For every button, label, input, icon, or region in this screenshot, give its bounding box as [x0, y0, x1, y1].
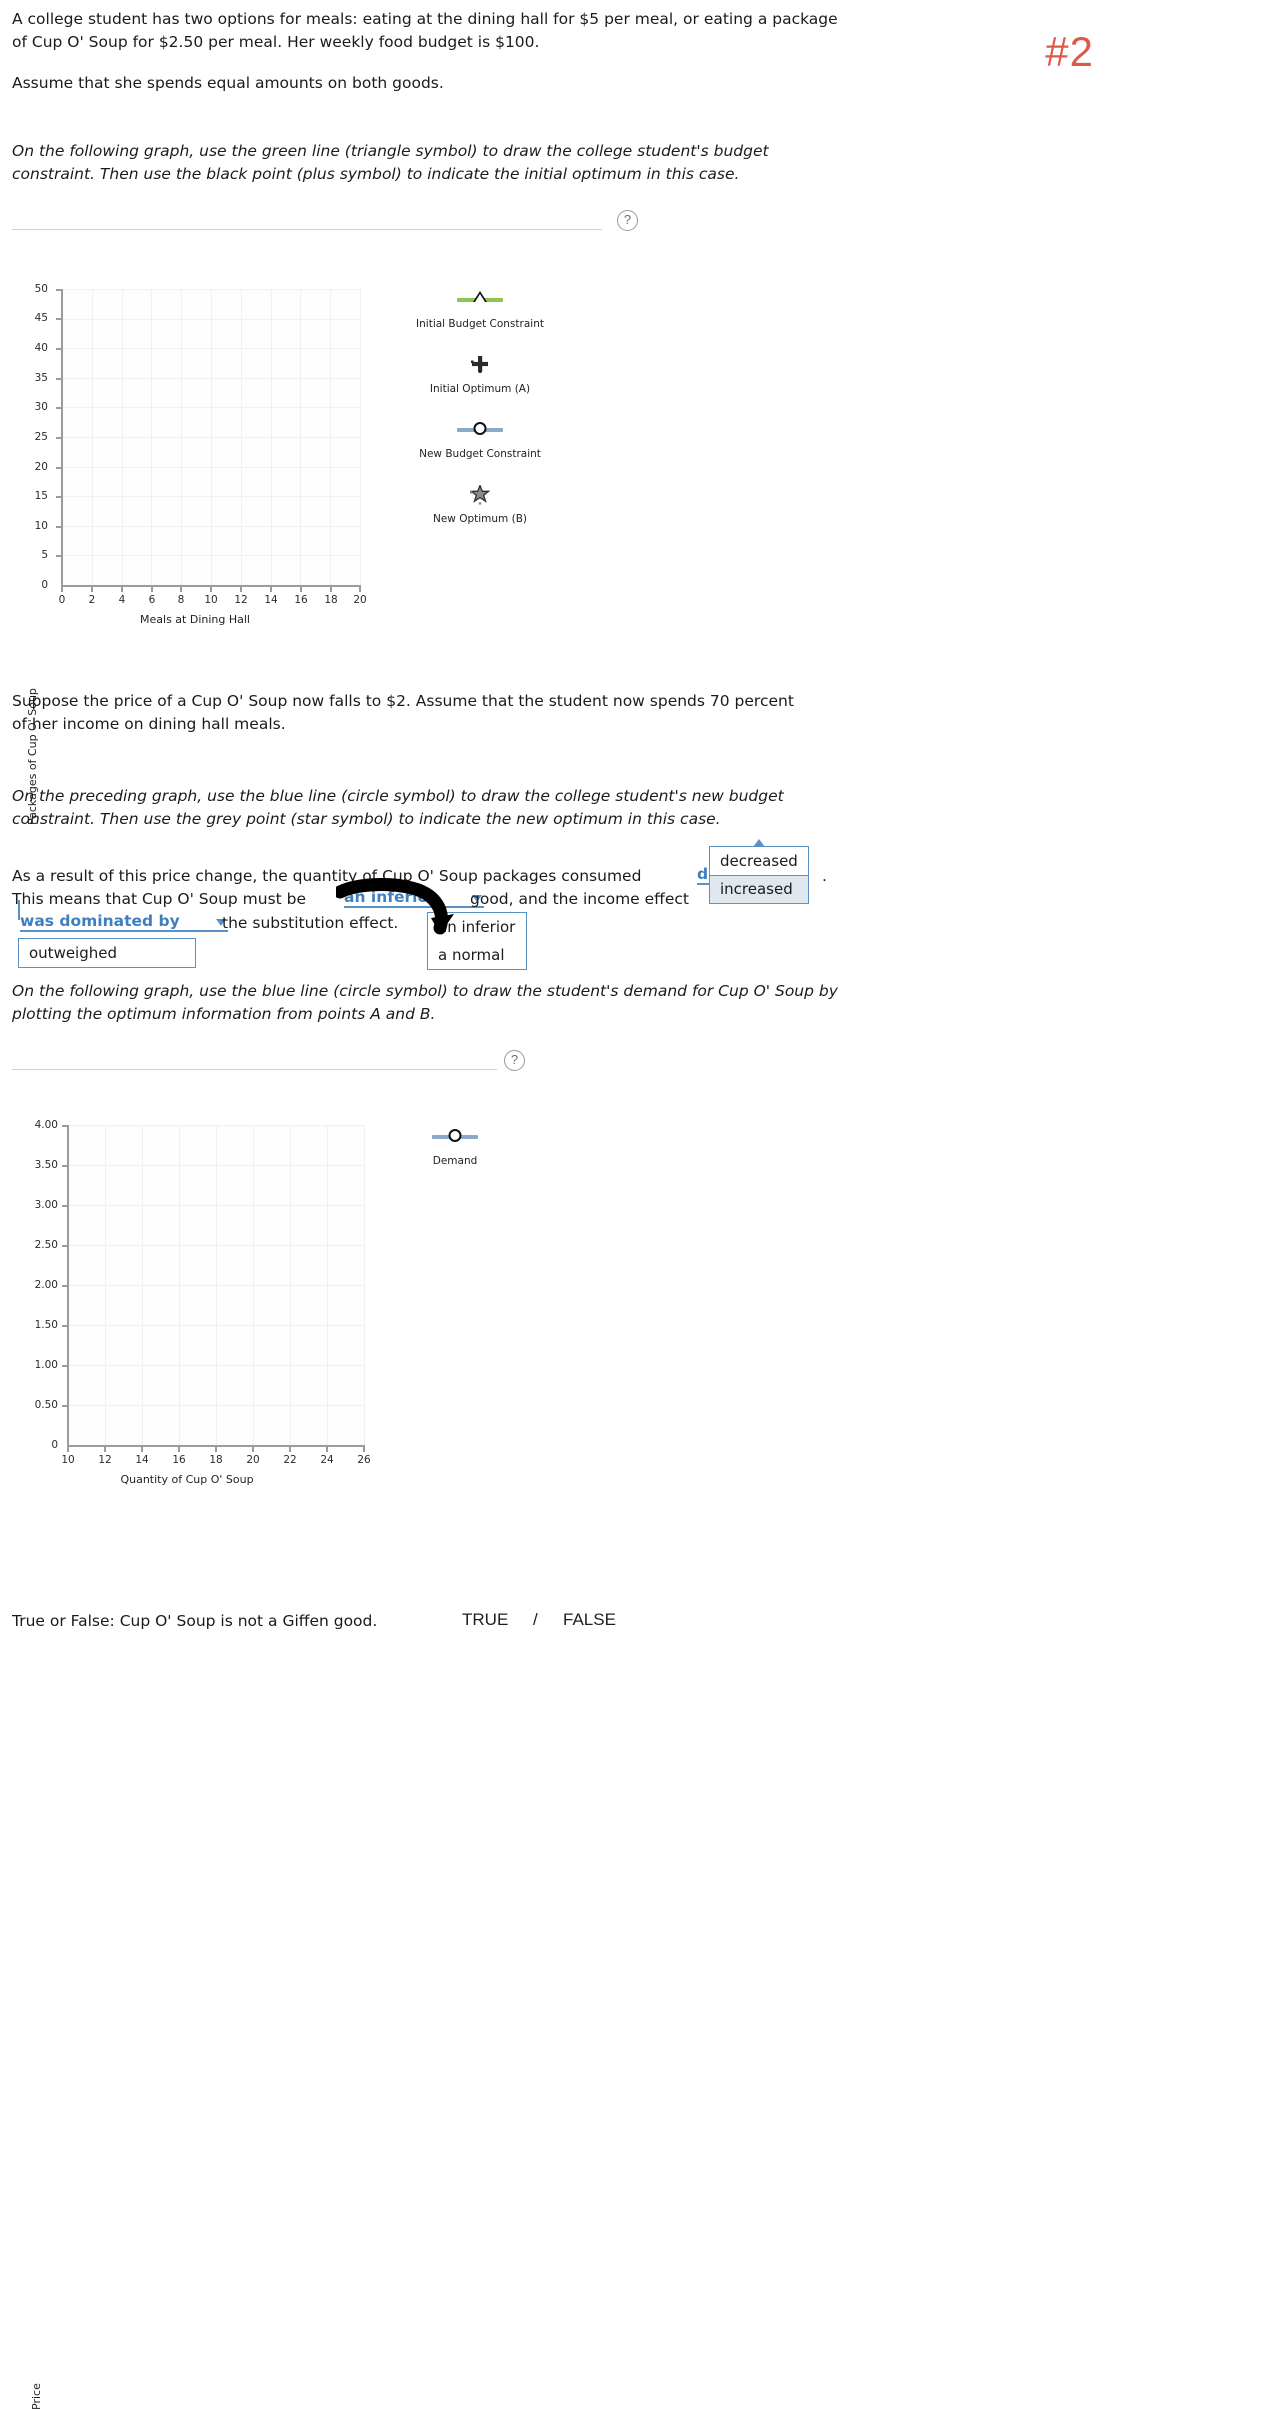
- chart1-xtick: 2: [88, 594, 96, 606]
- legend-item-initial-optimum: Initial Optimum (A): [380, 353, 580, 395]
- chart1-xtick: 18: [324, 594, 338, 606]
- chart2-xtick: 10: [61, 1454, 75, 1466]
- answer-option-true[interactable]: TRUE: [462, 1610, 508, 1630]
- chart2-xtick: 14: [135, 1454, 149, 1466]
- legend-symbol-blue-circle-line: [380, 418, 580, 440]
- dropdown-quantity-change-value: d: [697, 865, 709, 883]
- divider-2: [12, 1069, 497, 1070]
- dropdown-good-type-trigger[interactable]: an inferior: [344, 888, 484, 908]
- dropdown-income-effect-menu[interactable]: [709, 875, 809, 876]
- chart1-ytick: 40: [34, 342, 48, 354]
- chart2-ytick: 0.50: [34, 1399, 58, 1411]
- chart1-x-axis-title: Meals at Dining Hall: [140, 613, 250, 626]
- sentence-b-part1: This means that Cup O' Soup must be: [12, 890, 307, 908]
- chart1-ytick: 15: [34, 490, 48, 502]
- chart1-xtick: 10: [204, 594, 218, 606]
- intro-paragraph-2: Assume that she spends equal amounts on …: [12, 74, 444, 92]
- chart1-xtick: 4: [118, 594, 126, 606]
- chart2-ytick: 4.00: [34, 1119, 58, 1131]
- chart2-plot-area: [68, 1125, 365, 1445]
- middle-paragraph-3: Suppose the price of a Cup O' Soup now f…: [12, 692, 794, 734]
- dropdown-option-increased[interactable]: increased: [710, 875, 808, 903]
- legend-item-initial-budget-constraint: Initial Budget Constraint: [380, 288, 580, 330]
- chart1-ytick: 10: [34, 520, 48, 532]
- chart1-xtick: 6: [148, 594, 156, 606]
- chart-budget-constraint: Packages of Cup O' Soup 50 45 40 35 30 2…: [0, 270, 640, 825]
- dropdown-effect-relation-trigger[interactable]: was dominated by: [20, 912, 228, 932]
- legend-symbol-black-plus: [380, 353, 580, 375]
- chart1-ytick: 20: [34, 461, 48, 473]
- legend-label: New Optimum (B): [432, 513, 528, 525]
- divider-1: [12, 229, 602, 230]
- help-icon-1[interactable]: ?: [617, 210, 638, 231]
- chart2-xtick: 16: [172, 1454, 186, 1466]
- chart1-xtick: 0: [58, 594, 66, 606]
- page-number-annotation: #2: [1045, 28, 1094, 75]
- dropdown-effect-relation-menu[interactable]: outweighed: [18, 938, 196, 968]
- chart2-xtick: 24: [320, 1454, 334, 1466]
- legend-label: Initial Budget Constraint: [416, 318, 544, 330]
- legend-item-new-budget-constraint: New Budget Constraint: [380, 418, 580, 460]
- chart2-ytick: 1.50: [34, 1319, 58, 1331]
- chart2-y-axis-title: Price: [30, 2383, 43, 2410]
- instruction-1: On the following graph, use the green li…: [12, 142, 769, 184]
- chart2-xtick: 18: [209, 1454, 223, 1466]
- help-icon-2[interactable]: ?: [504, 1050, 525, 1071]
- chart1-ytick: 5: [41, 549, 48, 561]
- answer-option-false[interactable]: FALSE: [563, 1610, 616, 1630]
- dropdown-effect-relation-value: was dominated by: [20, 912, 180, 930]
- dropdown-option-decreased[interactable]: decreased: [710, 847, 808, 875]
- chart1-ytick: 30: [34, 401, 48, 413]
- dropdown-good-type-menu[interactable]: an inferior a normal: [427, 912, 527, 970]
- chart1-xtick: 20: [353, 594, 367, 606]
- dropdown-option-an-inferior[interactable]: an inferior: [428, 913, 526, 941]
- chart2-x-axis-title: Quantity of Cup O' Soup: [120, 1473, 254, 1486]
- chart2-ytick: 0: [51, 1439, 58, 1451]
- chart-demand: Price 4.00 3.50 3.00 2.50 2.00 1.50 1.00…: [0, 1110, 640, 2410]
- chart2-xtick: 26: [357, 1454, 371, 1466]
- chart1-ytick: 50: [34, 283, 48, 295]
- chart1-xtick: 14: [264, 594, 278, 606]
- instruction-3: On the following graph, use the blue lin…: [12, 982, 838, 1024]
- dropdown-good-type-value: an inferior: [344, 888, 436, 906]
- dropdown-option-outweighed[interactable]: outweighed: [19, 939, 195, 967]
- chart2-xtick: 12: [98, 1454, 112, 1466]
- answer-separator: /: [533, 1610, 538, 1629]
- sentence-b-part2: good, and the income effect: [470, 890, 689, 908]
- chart2-xtick: 22: [283, 1454, 297, 1466]
- plus-icon: [471, 356, 488, 373]
- chart1-xtick: 8: [177, 594, 185, 606]
- legend-symbol-blue-circle-line: [355, 1125, 555, 1147]
- chart1-ytick: 0: [41, 579, 48, 591]
- caret-up-icon: [753, 839, 765, 847]
- legend-label: New Budget Constraint: [419, 448, 541, 460]
- chart1-xtick: 12: [234, 594, 248, 606]
- legend-label: Demand: [432, 1155, 478, 1167]
- dropdown-option-a-normal[interactable]: a normal: [428, 941, 526, 969]
- legend-item-new-optimum: New Optimum (B): [380, 483, 580, 525]
- chart1-ytick: 35: [34, 372, 48, 384]
- chart1-plot-area: [62, 289, 361, 585]
- legend-symbol-green-triangle-line: [380, 288, 580, 310]
- chart2-ytick: 3.50: [34, 1159, 58, 1171]
- star-icon: [470, 485, 490, 505]
- true-false-question: True or False: Cup O' Soup is not a Giff…: [12, 1612, 378, 1630]
- sentence-a-part1: As a result of this price change, the qu…: [12, 867, 642, 885]
- intro-paragraph-1: A college student has two options for me…: [12, 10, 838, 52]
- chart2-ytick: 1.00: [34, 1359, 58, 1371]
- chart1-xtick: 16: [294, 594, 308, 606]
- sentence-a-part2: .: [822, 867, 827, 885]
- legend-symbol-grey-star: [380, 483, 580, 505]
- instruction-2: On the preceding graph, use the blue lin…: [12, 787, 784, 829]
- chart2-xtick: 20: [246, 1454, 260, 1466]
- chart2-ytick: 3.00: [34, 1199, 58, 1211]
- chart2-ytick: 2.00: [34, 1279, 58, 1291]
- chart2-ytick: 2.50: [34, 1239, 58, 1251]
- chart1-ytick: 45: [34, 312, 48, 324]
- sentence-b-part3: the substitution effect.: [222, 914, 399, 932]
- legend-item-demand: Demand: [355, 1125, 555, 1167]
- chart1-ytick: 25: [34, 431, 48, 443]
- legend-label: Initial Optimum (A): [429, 383, 531, 395]
